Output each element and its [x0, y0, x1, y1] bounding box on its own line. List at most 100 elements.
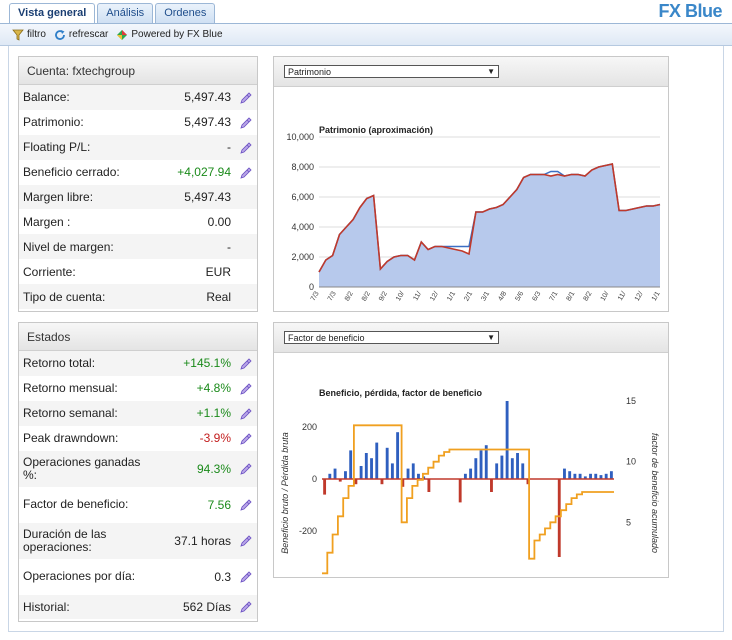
edit-pencil-icon: [240, 571, 252, 583]
account-row-value: -: [227, 140, 231, 155]
profit-bar: [594, 473, 598, 479]
x-tick-label: 7/3: [327, 290, 338, 302]
filter-icon: [12, 29, 24, 41]
equity-chart-panel: Patrimonio ▼ Patrimonio (aproximación) 10…: [273, 56, 669, 312]
stats-row-action[interactable]: [231, 381, 253, 396]
x-tick-label: 12/: [634, 290, 645, 302]
y2-tick-label: 5: [626, 517, 631, 527]
stats-row-action[interactable]: [231, 497, 253, 512]
profit-bar: [474, 458, 478, 479]
tab-orders[interactable]: Ordenes: [155, 3, 216, 23]
loss-bar: [380, 479, 384, 485]
profit-bar: [578, 473, 582, 479]
profit-bar: [609, 471, 613, 479]
x-tick-label: 1/1: [446, 290, 457, 302]
account-row-action[interactable]: [231, 140, 253, 155]
profit-bar: [333, 468, 337, 479]
account-row-value: -: [227, 239, 231, 254]
profit-chart-select[interactable]: Factor de beneficio ▼: [284, 331, 499, 344]
account-row-value: 0.00: [207, 214, 231, 229]
profit-bar: [568, 471, 572, 479]
stats-title: Estados: [19, 323, 257, 351]
profit-bar: [500, 455, 504, 479]
account-row: Nivel de margen: -: [19, 234, 257, 260]
account-row-label: Floating P/L:: [23, 140, 91, 155]
stats-row-action[interactable]: [231, 600, 253, 615]
stats-row: Duración de las operaciones: 37.1 horas: [19, 522, 257, 559]
edit-pencil-icon: [240, 142, 252, 154]
stats-row-action[interactable]: [231, 406, 253, 421]
y-tick-label: 0: [309, 282, 314, 292]
y-tick-label: 8,000: [291, 162, 314, 172]
tab-analysis[interactable]: Análisis: [97, 3, 154, 23]
stats-row: Operaciones por día: 0.3: [19, 559, 257, 595]
stats-row-action[interactable]: [231, 533, 253, 548]
stats-row: Retorno total: +145.1%: [19, 351, 257, 376]
profit-bar: [463, 473, 467, 479]
filter-label: filtro: [27, 29, 46, 40]
fxblue-icon: [117, 29, 128, 40]
profit-bar: [390, 463, 394, 479]
profit-bar: [364, 453, 368, 479]
tab-overview[interactable]: Vista general: [9, 3, 96, 24]
profit-bar: [589, 473, 592, 479]
edit-pencil-icon: [240, 383, 252, 395]
profit-bar: [349, 450, 353, 479]
stats-row: Factor de beneficio: 7.56: [19, 487, 257, 523]
x-tick-label: 8/2: [361, 290, 372, 302]
x-tick-label: 1/1: [651, 290, 662, 302]
toolbar: filtro refrescar Powered by FX Blue: [0, 23, 732, 46]
stats-row-action[interactable]: [231, 569, 253, 584]
filter-button[interactable]: filtro: [12, 29, 46, 41]
x-tick-label: 5/6: [514, 290, 525, 302]
x-tick-label: 3/1: [480, 290, 491, 302]
stats-panel: Estados Retorno total: +145.1% Retorno men…: [18, 322, 258, 622]
loss-bar: [557, 479, 561, 557]
account-row-action[interactable]: [231, 115, 253, 130]
account-row-action[interactable]: [231, 90, 253, 105]
edit-pencil-icon: [240, 601, 252, 614]
refresh-button[interactable]: refrescar: [54, 29, 108, 41]
account-row-label: Margen libre:: [23, 190, 94, 204]
chart-title: Patrimonio (aproximación): [319, 125, 433, 135]
y-tick-label: 2,000: [291, 252, 314, 262]
account-row-label: Beneficio cerrado:: [23, 165, 120, 180]
y-tick-label: 10,000: [286, 132, 314, 142]
edit-pencil-icon: [240, 358, 252, 370]
edit-pencil-icon: [240, 92, 252, 104]
x-tick-label: 10/: [600, 290, 611, 302]
powered-by-link[interactable]: Powered by FX Blue: [116, 29, 223, 41]
edit-pencil-icon: [240, 408, 252, 420]
profit-chart-panel: Factor de beneficio ▼ Beneficio, pérdida…: [273, 322, 669, 598]
profit-bar: [375, 442, 379, 479]
account-row: Beneficio cerrado: +4,027.94: [19, 160, 257, 185]
account-row: Tipo de cuenta: Real: [19, 284, 257, 310]
stats-row-action[interactable]: [231, 461, 253, 476]
brand-logo: FX Blue: [658, 1, 722, 21]
x-tick-label: 7/3: [310, 290, 321, 302]
account-row-label: Tipo de cuenta:: [23, 289, 106, 304]
account-row: Margen : 0.00: [19, 209, 257, 234]
profit-chart: Beneficio, pérdida, factor de beneficio 2…: [280, 388, 660, 598]
profit-bar: [604, 473, 608, 479]
stats-row-label: Retorno total:: [23, 356, 96, 371]
account-row-label: Balance:: [23, 90, 70, 105]
y-tick-label: 4,000: [291, 222, 314, 232]
loss-bar: [354, 479, 358, 485]
equity-chart: Patrimonio (aproximación) 10,000 8,000 6,00…: [286, 125, 662, 302]
chevron-down-icon: ▼: [487, 67, 495, 76]
profit-bar: [385, 447, 389, 479]
stats-row-value: 37.1 horas: [174, 533, 231, 548]
profit-bar: [516, 453, 519, 479]
x-tick-label: 8/2: [344, 290, 355, 302]
x-tick-label: 8/1: [566, 290, 577, 302]
loss-bar: [427, 479, 431, 492]
equity-chart-select[interactable]: Patrimonio ▼: [284, 65, 499, 78]
stats-row-action[interactable]: [231, 431, 253, 446]
account-row-action[interactable]: [231, 165, 253, 180]
profit-bar: [510, 458, 514, 479]
profit-bar: [573, 473, 577, 479]
account-row: Corriente: EUR: [19, 259, 257, 284]
profit-bar: [479, 450, 483, 479]
stats-row-action[interactable]: [231, 356, 253, 371]
